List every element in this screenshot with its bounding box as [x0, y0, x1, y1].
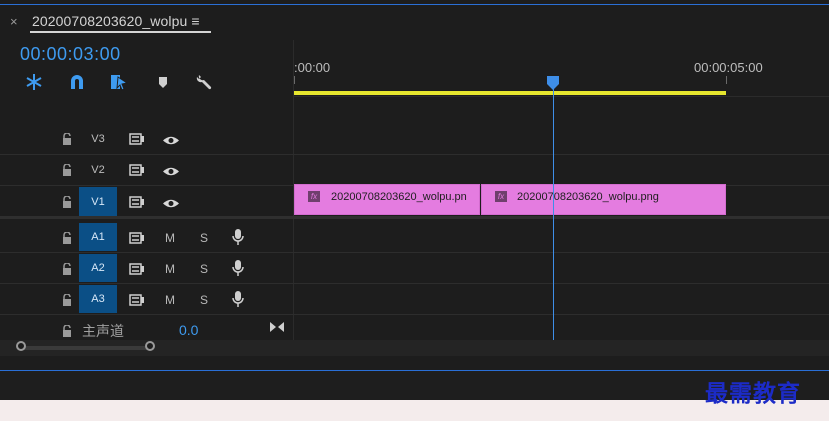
zoom-scrollbar[interactable]	[20, 346, 153, 350]
zoom-handle-left[interactable]	[16, 341, 26, 351]
mute-button[interactable]: M	[165, 231, 175, 245]
track-target-a2[interactable]: A2	[79, 254, 117, 282]
clip-label: 20200708203620_wolpu.png	[517, 191, 659, 203]
sync-lock-icon[interactable]	[129, 262, 145, 280]
lock-icon[interactable]	[62, 324, 72, 337]
track-target-v2[interactable]: V2	[79, 156, 117, 184]
watermark-logo: 最需教育	[705, 380, 801, 407]
wrench-icon[interactable]	[194, 72, 216, 92]
track-target-a3[interactable]: A3	[79, 285, 117, 313]
solo-button[interactable]: S	[200, 293, 208, 307]
sync-lock-icon[interactable]	[129, 195, 145, 213]
fx-badge: fx	[308, 191, 320, 202]
snap-insert-icon[interactable]	[23, 72, 45, 92]
ruler-tick	[294, 76, 295, 84]
track-row-a3	[0, 284, 829, 315]
solo-button[interactable]: S	[200, 262, 208, 276]
marker-icon[interactable]	[152, 72, 174, 92]
ruler-label-end: 00:00:05:00	[694, 60, 763, 75]
clip-label: 20200708203620_wolpu.pn	[331, 191, 467, 203]
track-row-a1	[0, 222, 829, 253]
close-tab-button[interactable]: ×	[10, 14, 18, 29]
sync-lock-icon[interactable]	[129, 231, 145, 249]
track-row-a2	[0, 253, 829, 284]
magnet-icon[interactable]	[66, 72, 88, 92]
active-tab-indicator	[30, 31, 211, 33]
lock-icon[interactable]	[62, 231, 72, 244]
eye-icon[interactable]	[162, 164, 180, 182]
lock-icon[interactable]	[62, 293, 72, 306]
sequence-tab[interactable]: 20200708203620_wolpu ≡	[32, 13, 200, 29]
ruler-divider	[294, 96, 829, 97]
linked-selection-icon[interactable]	[108, 72, 130, 92]
sync-lock-icon[interactable]	[129, 293, 145, 311]
lock-icon[interactable]	[62, 262, 72, 275]
eye-icon[interactable]	[162, 133, 180, 151]
zoom-handle-right[interactable]	[145, 341, 155, 351]
playhead-timecode[interactable]: 00:00:03:00	[20, 44, 121, 65]
microphone-icon[interactable]	[232, 228, 244, 251]
sync-lock-icon[interactable]	[129, 132, 145, 150]
track-row-v3	[0, 124, 829, 155]
sync-lock-icon[interactable]	[129, 163, 145, 181]
lock-icon[interactable]	[62, 163, 72, 176]
track-target-v1[interactable]: V1	[79, 187, 117, 216]
master-volume-value[interactable]: 0.0	[179, 322, 198, 338]
playhead-line[interactable]	[553, 83, 554, 340]
mute-button[interactable]: M	[165, 293, 175, 307]
ruler-label-start: :00:00	[294, 60, 331, 75]
eye-icon[interactable]	[162, 196, 180, 214]
track-target-v3[interactable]: V3	[79, 125, 117, 153]
track-target-a1[interactable]: A1	[79, 223, 117, 251]
track-row-v2	[0, 155, 829, 186]
fx-badge: fx	[495, 191, 507, 202]
lock-icon[interactable]	[62, 195, 72, 208]
microphone-icon[interactable]	[232, 290, 244, 313]
ruler-tick	[726, 76, 727, 84]
work-area-bar[interactable]	[294, 91, 726, 95]
playhead-handle[interactable]	[546, 76, 560, 90]
microphone-icon[interactable]	[232, 259, 244, 282]
master-track-label: 主声道	[82, 323, 124, 339]
mute-button[interactable]: M	[165, 262, 175, 276]
lock-icon[interactable]	[62, 132, 72, 145]
video-clip[interactable]: fx 20200708203620_wolpu.png	[481, 184, 726, 215]
solo-button[interactable]: S	[200, 231, 208, 245]
go-to-in-out-icon[interactable]	[269, 320, 285, 338]
video-clip[interactable]: fx 20200708203620_wolpu.pn	[294, 184, 480, 215]
